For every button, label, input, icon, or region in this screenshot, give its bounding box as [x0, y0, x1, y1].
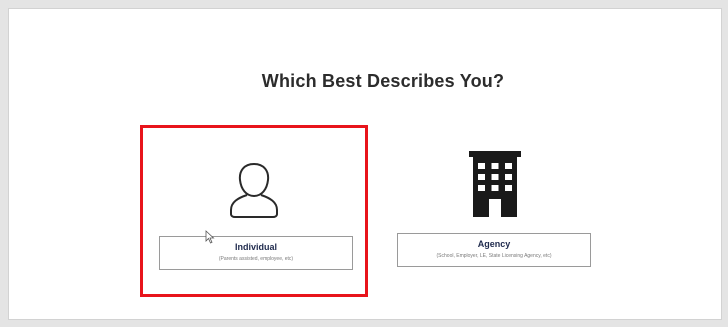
option-individual-description: (Parents assisted, employee, etc) [218, 256, 294, 262]
option-individual-label[interactable]: Individual (Parents assisted, employee, … [159, 236, 353, 270]
mouse-cursor-icon [205, 230, 215, 244]
content-panel: Which Best Describes You? Individual (Pa… [8, 8, 722, 320]
option-agency-label[interactable]: Agency (School, Employer, LE, State Lice… [397, 233, 591, 267]
page-title: Which Best Describes You? [261, 71, 505, 91]
option-agency-description: (School, Employer, LE, State Licensing A… [436, 253, 552, 259]
person-icon [143, 160, 365, 222]
option-individual-name: Individual [234, 242, 277, 252]
option-agency-name: Agency [477, 239, 511, 249]
building-icon [381, 149, 609, 219]
option-individual[interactable]: Individual (Parents assisted, employee, … [140, 125, 368, 297]
option-agency[interactable]: Agency (School, Employer, LE, State Lice… [381, 125, 609, 297]
